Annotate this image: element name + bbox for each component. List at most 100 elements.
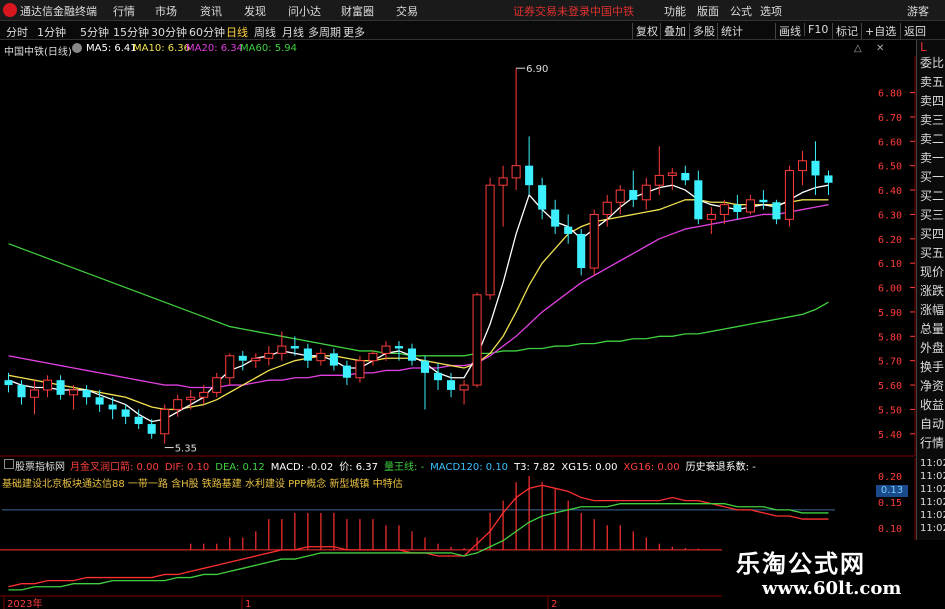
candle-body-up xyxy=(251,357,261,362)
candle-body-down xyxy=(772,202,781,220)
fuquan-button[interactable]: 复权 xyxy=(632,23,658,39)
candle-body-up xyxy=(355,360,365,379)
menu-gongshi[interactable]: 公式 xyxy=(730,3,752,19)
candle-body-up xyxy=(667,172,677,176)
add-watchlist-button[interactable]: +自选 xyxy=(861,23,896,39)
side-panel-item[interactable]: 买二 xyxy=(920,187,944,204)
side-panel-item[interactable]: 卖二 xyxy=(920,130,944,147)
side-panel-item[interactable]: 涨幅 xyxy=(920,301,944,318)
side-panel-item[interactable]: 卖一 xyxy=(920,149,944,166)
period-multi[interactable]: 多周期 xyxy=(308,24,341,40)
side-panel-item[interactable]: 买五 xyxy=(920,244,944,261)
price-tick-label: 6.40 xyxy=(878,186,902,197)
indicator-value: 月金叉润口箭: 0.00 xyxy=(70,462,159,473)
side-panel-time: 11:02 xyxy=(920,484,945,495)
price-tick-label: 6.10 xyxy=(878,259,902,270)
period-15min[interactable]: 15分钟 xyxy=(113,24,149,40)
period-1min[interactable]: 1分钟 xyxy=(37,24,66,40)
kline-chart[interactable]: 6.90 5.35 6.80 6.70 6.60 6.50 6.40 6.30 6.20 6.1… xyxy=(0,56,916,609)
side-panel-item[interactable]: 卖四 xyxy=(920,92,944,109)
period-more[interactable]: 更多 xyxy=(343,24,365,40)
watermark-url: www.60lt.com xyxy=(762,578,902,599)
candle-body-up xyxy=(264,352,274,359)
side-panel-item[interactable]: 买一 xyxy=(920,168,944,185)
candle-body-down xyxy=(108,404,117,410)
settings-gear-icon[interactable] xyxy=(72,43,82,53)
candle-body-down xyxy=(733,204,742,212)
candle-body-up xyxy=(472,294,482,386)
indicator-toggle-icon[interactable] xyxy=(4,459,14,469)
f10-button[interactable]: F10 xyxy=(804,23,828,36)
side-panel-item[interactable]: 自动 xyxy=(920,415,944,432)
side-panel-item[interactable]: 卖三 xyxy=(920,111,944,128)
candle-body-up xyxy=(30,389,40,398)
time-tick-label: 2 xyxy=(551,599,557,609)
candle-body-down xyxy=(147,424,156,434)
side-panel-item[interactable]: 卖五 xyxy=(920,73,944,90)
side-panel-item[interactable]: 收益 xyxy=(920,396,944,413)
side-panel-item[interactable]: 外盘 xyxy=(920,339,944,356)
side-panel-item[interactable]: 净资 xyxy=(920,377,944,394)
tongji-button[interactable]: 统计 xyxy=(717,23,743,39)
trade-login-notice[interactable]: 证券交易未登录 xyxy=(513,3,590,19)
side-panel-item[interactable]: 涨跌 xyxy=(920,282,944,299)
menu-banmian[interactable]: 版面 xyxy=(697,3,719,19)
close-chart-icon[interactable]: ✕ xyxy=(876,43,884,54)
candle-body-down xyxy=(342,365,351,378)
biaoji-button[interactable]: 标记 xyxy=(832,23,858,39)
menu-shichang[interactable]: 市场 xyxy=(155,3,177,19)
menu-caifuquan[interactable]: 财富圈 xyxy=(341,3,374,19)
period-toolbar: 分时 1分钟 5分钟 15分钟 30分钟 60分钟 日线 周线 月线 多周期 更… xyxy=(0,21,945,40)
side-panel-item[interactable]: 换手 xyxy=(920,358,944,375)
period-weekly[interactable]: 周线 xyxy=(254,24,276,40)
period-daily[interactable]: 日线 xyxy=(226,24,248,40)
candle-body-up xyxy=(654,174,664,186)
candle-body-up xyxy=(745,199,755,213)
indicator-tick-label: 0.10 xyxy=(878,524,902,535)
indicator-value: T3: 7.82 xyxy=(514,462,556,473)
period-5min[interactable]: 5分钟 xyxy=(80,24,109,40)
ma10-line xyxy=(8,199,829,411)
side-panel-time: 11:02 xyxy=(920,458,945,469)
side-panel-item[interactable]: 买三 xyxy=(920,206,944,223)
candle-body-down xyxy=(824,175,833,183)
high-price-label: 6.90 xyxy=(526,64,548,75)
menu-gongneng[interactable]: 功能 xyxy=(664,3,686,19)
period-30min[interactable]: 30分钟 xyxy=(151,24,187,40)
candle-body-up xyxy=(69,389,79,396)
period-monthly[interactable]: 月线 xyxy=(282,24,304,40)
indicator-tab[interactable]: 股票指标网 xyxy=(15,458,65,473)
side-panel-item[interactable]: 买四 xyxy=(920,225,944,242)
candle-body-up xyxy=(511,165,521,179)
side-panel-item[interactable]: 委比 xyxy=(920,54,944,71)
price-tick-label: 5.70 xyxy=(878,357,902,368)
menu-jiaoyi[interactable]: 交易 xyxy=(396,3,418,19)
price-tick-label: 5.50 xyxy=(878,405,902,416)
back-button[interactable]: 返回 xyxy=(900,23,926,39)
indicator-value: DEA: 0.12 xyxy=(215,462,265,473)
diejia-button[interactable]: 叠加 xyxy=(660,23,686,39)
duogu-button[interactable]: 多股 xyxy=(689,23,715,39)
period-fenshi[interactable]: 分时 xyxy=(6,24,28,40)
candle-body-up xyxy=(199,391,209,398)
menu-zixun[interactable]: 资讯 xyxy=(200,3,222,19)
candle-body-up xyxy=(160,408,170,435)
side-panel-item[interactable]: 现价 xyxy=(920,263,944,280)
user-guest[interactable]: 游客 xyxy=(907,3,929,19)
collapse-icon[interactable]: △ xyxy=(854,43,862,54)
indicator-value: XG15: 0.00 xyxy=(561,462,618,473)
side-panel-item[interactable]: 行情 xyxy=(920,434,944,451)
menu-xuanxiang[interactable]: 选项 xyxy=(760,3,782,19)
indicator-value: DIF: 0.10 xyxy=(164,462,210,473)
candle-body-down xyxy=(629,190,638,200)
menu-hangqing[interactable]: 行情 xyxy=(113,3,135,19)
huaxian-button[interactable]: 画线 xyxy=(775,23,801,39)
side-panel-toggle[interactable]: L xyxy=(920,40,927,54)
watermark: 乐淘公式网 www.60lt.com xyxy=(722,540,945,609)
menu-faxian[interactable]: 发现 xyxy=(244,3,266,19)
candle-body-down xyxy=(681,173,690,181)
ma5-line xyxy=(8,184,829,423)
menu-wenxiaoda[interactable]: 问小达 xyxy=(288,3,321,19)
period-60min[interactable]: 60分钟 xyxy=(189,24,225,40)
side-panel-item[interactable]: 总量 xyxy=(920,320,944,337)
